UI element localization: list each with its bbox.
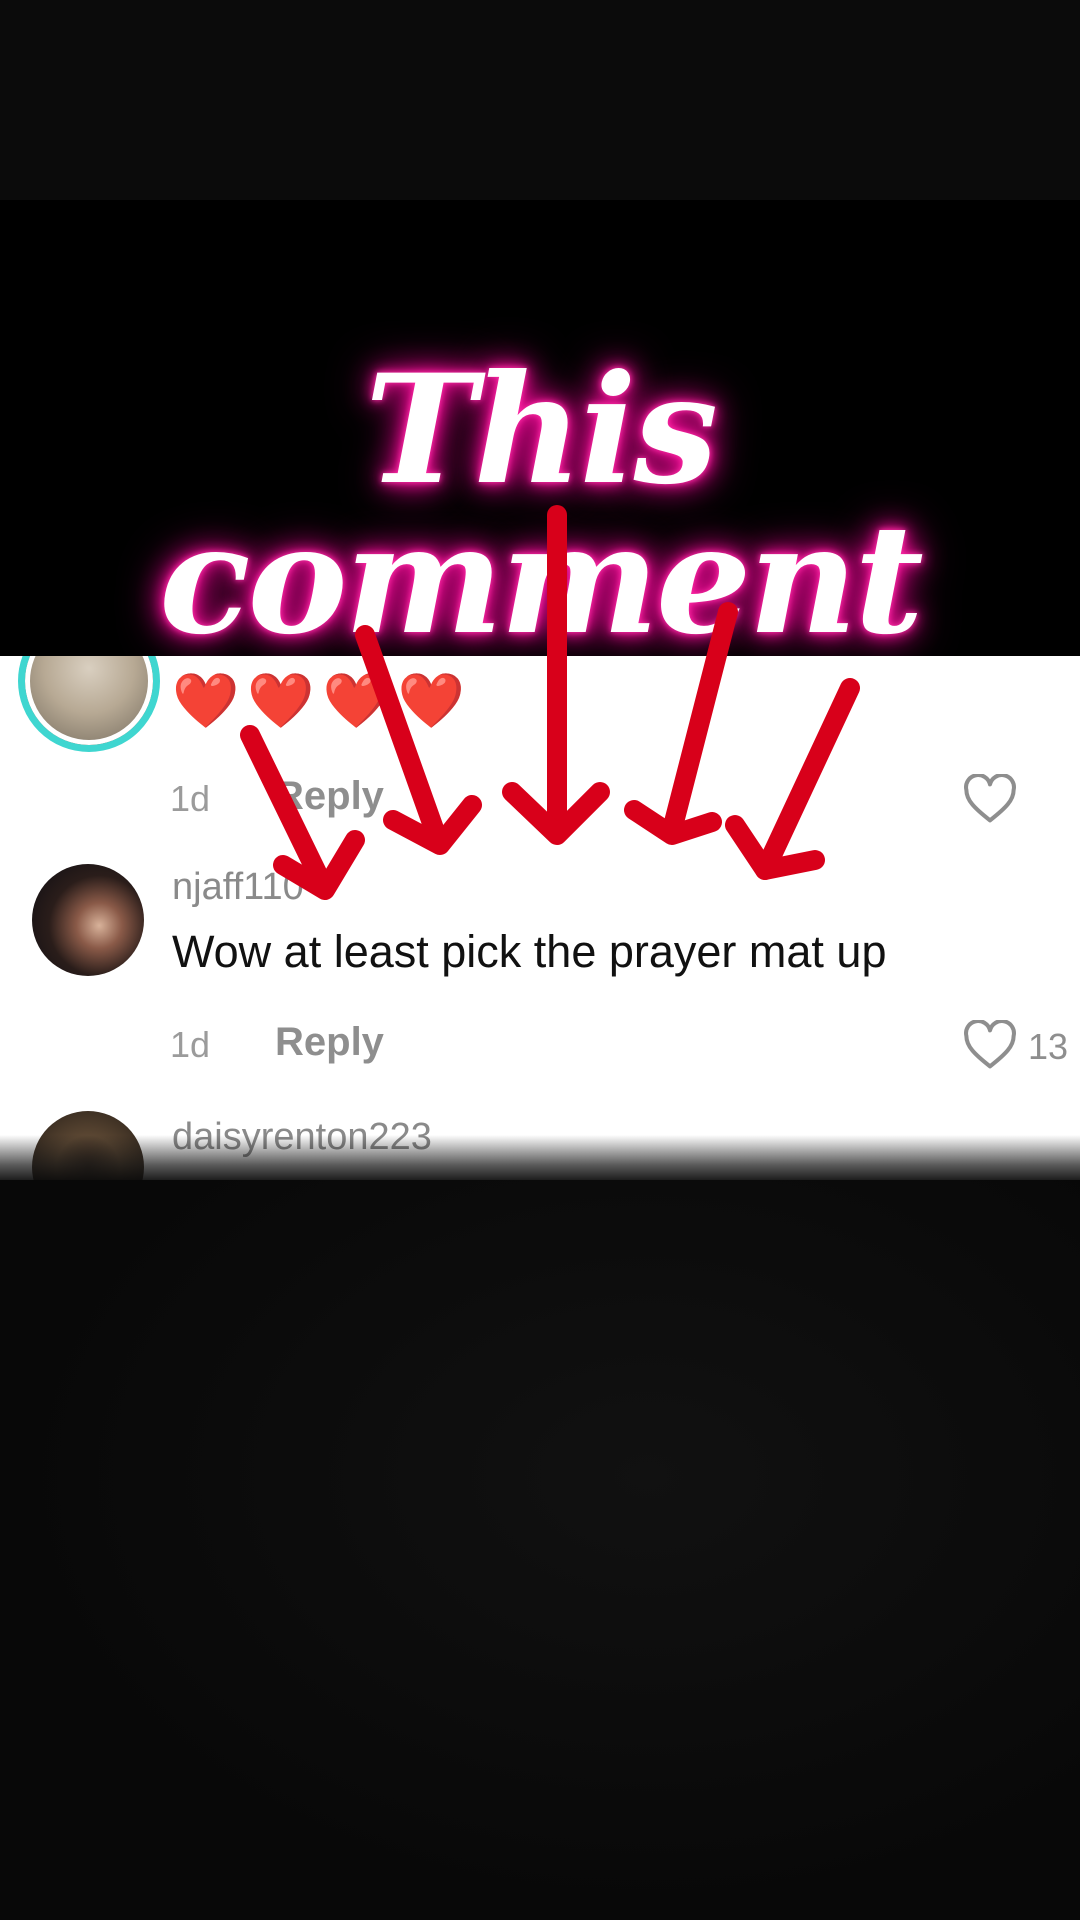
avatar[interactable] [18,656,160,752]
avatar-story-ring [25,656,153,745]
heart-outline-icon[interactable] [963,774,1017,824]
heart-outline-icon[interactable] [963,1020,1017,1070]
like-count: 13 [1028,1026,1069,1067]
avatar[interactable] [32,864,144,976]
reply-button[interactable]: Reply [275,774,384,819]
comment-time: 1d [170,1024,211,1065]
bottom-dark-area [0,1180,1080,1920]
overlay-caption: This comment [159,342,924,668]
video-frame: This comment ❤️❤️❤️❤️ 1d Reply njaff110 … [0,0,1080,1920]
comment-text: Wow at least pick the prayer mat up [172,926,887,977]
reply-button[interactable]: Reply [275,1020,384,1065]
comment-text: ❤️❤️❤️❤️ [172,669,473,732]
comment-username[interactable]: njaff110 [172,866,304,909]
comments-screenshot: ❤️❤️❤️❤️ 1d Reply njaff110 Wow at least … [0,656,1080,1180]
top-dark-area [0,0,1080,200]
comment-time: 1d [170,778,211,819]
panel-fade [0,1135,1080,1185]
